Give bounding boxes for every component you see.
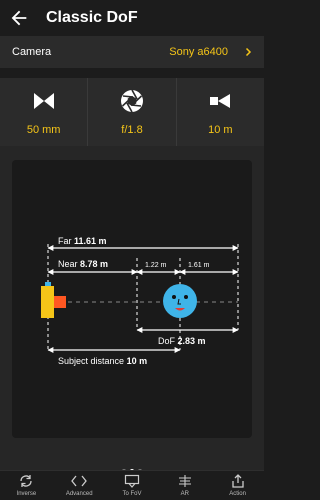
page-title: Classic DoF [46,9,138,26]
divider [0,68,264,78]
subject-distance-text: Subject distance [58,356,125,366]
nav-to-fov-label: To FoV [122,491,142,497]
back-arrow-icon[interactable] [8,7,30,29]
aperture-value: f/1.8 [121,124,143,136]
focal-length-icon [33,93,54,109]
nav-ar-label: AR [180,491,189,497]
nav-to-fov[interactable]: To FoV [106,471,159,500]
nav-advanced[interactable]: Advanced [53,471,106,500]
to-fov-icon [124,474,140,488]
far-value: 11.61 m [74,236,107,246]
nav-action-label: Action [229,491,246,497]
near-dof-label: 1.22 m [145,262,167,269]
far-dof-label: 1.61 m [188,262,210,269]
aperture-icon [120,89,143,113]
subject-distance-tile[interactable]: 10 m [177,78,264,146]
dof-label: DoF 2.83 m [158,336,206,346]
dof-diagram: Far 11.61 m Near 8.78 m 1.22 m 1.61 m Do… [12,160,252,438]
dof-text: DoF [158,336,176,346]
subject-face-icon [163,284,197,318]
near-distance-label: Near 8.78 m [58,259,108,269]
focal-length-tile[interactable]: 50 mm [0,78,89,146]
dof-value: 2.83 m [177,336,206,346]
camera-label: Camera [12,46,52,58]
nav-inverse-label: Inverse [16,491,37,497]
focal-length-value: 50 mm [26,124,61,136]
aperture-tile[interactable]: f/1.8 [88,78,177,146]
near-value: 8.78 m [80,259,109,269]
parameter-tiles: 50 mm f/1.8 10 m [0,78,264,146]
subject-distance-value: 10 m [208,124,233,136]
nav-action[interactable]: Action [211,471,264,500]
subject-distance-label: Subject distance 10 m [58,356,147,366]
nav-advanced-label: Advanced [65,491,93,497]
action-icon [231,474,244,488]
app-bar: Classic DoF [0,0,264,36]
advanced-icon [71,475,88,487]
camera-body-icon [41,282,66,318]
dof-diagram-graphics [41,244,239,353]
camera-value: Sony a6400 [169,46,228,58]
inverse-icon [20,475,33,487]
far-distance-label: Far 11.61 m [58,236,107,246]
nav-ar[interactable]: AR [158,471,211,500]
ar-icon [178,475,191,487]
nav-inverse[interactable]: Inverse [0,471,53,500]
subject-distance-number: 10 m [126,356,148,366]
bottom-navigation: Inverse Advanced To FoV AR Action [0,470,264,500]
near-text: Near [58,259,78,269]
chevron-right-icon [245,47,252,57]
subject-distance-icon [210,94,231,108]
camera-selector[interactable]: Camera Sony a6400 [0,36,264,68]
far-text: Far [58,236,72,246]
